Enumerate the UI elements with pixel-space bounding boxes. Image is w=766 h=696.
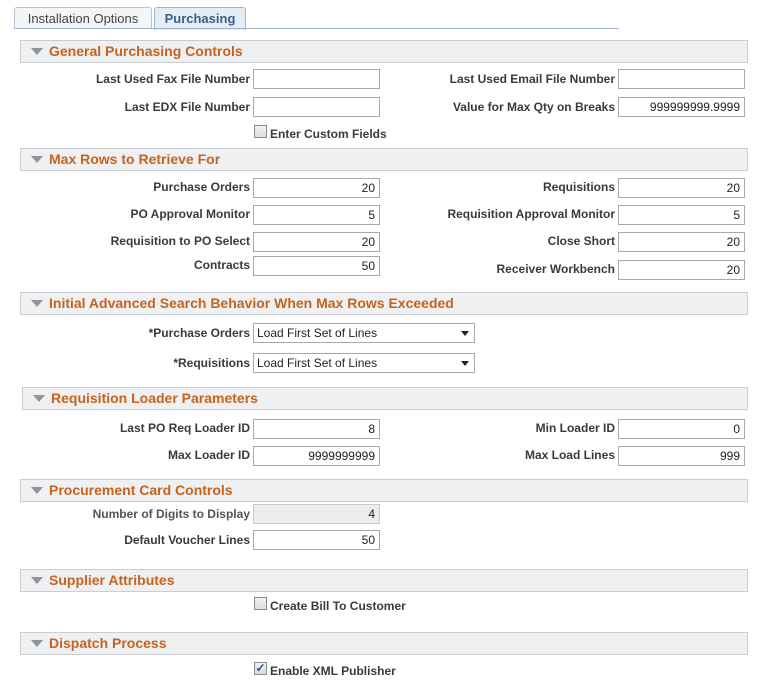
section-dispatch-process[interactable]: Dispatch Process <box>20 632 748 655</box>
req-approval-monitor-input[interactable]: 5 <box>618 205 745 225</box>
max-loader-id-label: Max Loader ID <box>167 448 250 462</box>
contracts-label: Contracts <box>193 258 250 272</box>
digits-to-display-value: 4 <box>253 504 380 524</box>
po-approval-monitor-input[interactable]: 5 <box>253 205 380 225</box>
req-to-po-select-input[interactable]: 20 <box>253 232 380 252</box>
req-search-behavior-select[interactable]: Load First Set of Lines <box>253 353 475 373</box>
min-loader-id-input[interactable]: 0 <box>618 419 745 439</box>
section-title: Max Rows to Retrieve For <box>49 151 221 167</box>
po-search-behavior-label: *Purchase Orders <box>148 326 250 340</box>
max-load-lines-label: Max Load Lines <box>524 448 615 462</box>
last-edx-input[interactable] <box>253 97 380 117</box>
receiver-workbench-label: Receiver Workbench <box>496 262 616 276</box>
enable-xml-publisher-label: Enable XML Publisher <box>270 664 396 678</box>
po-search-behavior-select[interactable]: Load First Set of Lines <box>253 323 475 343</box>
enable-xml-publisher-checkbox[interactable]: ✓ <box>254 662 267 675</box>
select-value: Load First Set of Lines <box>257 326 378 340</box>
section-general-purchasing-controls[interactable]: General Purchasing Controls <box>20 40 748 63</box>
section-supplier-attributes[interactable]: Supplier Attributes <box>20 569 748 592</box>
section-title: Initial Advanced Search Behavior When Ma… <box>49 295 454 311</box>
checkmark-icon: ✓ <box>255 661 266 675</box>
custom-fields-label: Enter Custom Fields <box>270 127 387 141</box>
last-email-label: Last Used Email File Number <box>449 72 615 86</box>
req-to-po-select-label: Requisition to PO Select <box>110 234 250 248</box>
custom-fields-checkbox[interactable] <box>254 125 267 138</box>
requisitions-input[interactable]: 20 <box>618 178 745 198</box>
section-title: Dispatch Process <box>49 635 167 651</box>
tab-purchasing[interactable]: Purchasing <box>154 7 246 30</box>
collapse-triangle-icon[interactable] <box>31 156 43 163</box>
req-approval-monitor-label: Requisition Approval Monitor <box>447 207 615 221</box>
req-search-behavior-label: *Requisitions <box>173 356 250 370</box>
section-advanced-search[interactable]: Initial Advanced Search Behavior When Ma… <box>20 292 748 315</box>
section-max-rows[interactable]: Max Rows to Retrieve For <box>20 148 748 171</box>
purchase-orders-input[interactable]: 20 <box>253 178 380 198</box>
default-voucher-lines-input[interactable]: 50 <box>253 530 380 550</box>
last-email-input[interactable] <box>618 69 745 89</box>
create-bill-to-label: Create Bill To Customer <box>270 599 406 613</box>
collapse-triangle-icon[interactable] <box>31 48 43 55</box>
collapse-triangle-icon[interactable] <box>31 640 43 647</box>
last-edx-label: Last EDX File Number <box>124 100 250 114</box>
last-po-req-loader-label: Last PO Req Loader ID <box>119 421 250 435</box>
digits-to-display-label: Number of Digits to Display <box>92 507 250 521</box>
section-title: Procurement Card Controls <box>49 482 233 498</box>
last-po-req-loader-input[interactable]: 8 <box>253 419 380 439</box>
collapse-triangle-icon[interactable] <box>31 487 43 494</box>
min-loader-id-label: Min Loader ID <box>535 421 615 435</box>
max-qty-input[interactable]: 999999999.9999 <box>618 97 745 117</box>
max-loader-id-input[interactable]: 9999999999 <box>253 446 380 466</box>
last-fax-input[interactable] <box>253 69 380 89</box>
requisitions-label: Requisitions <box>542 180 615 194</box>
section-title: General Purchasing Controls <box>49 43 243 59</box>
close-short-input[interactable]: 20 <box>618 232 745 252</box>
create-bill-to-checkbox[interactable] <box>254 597 267 610</box>
max-qty-label: Value for Max Qty on Breaks <box>452 100 615 114</box>
collapse-triangle-icon[interactable] <box>33 395 45 402</box>
po-approval-monitor-label: PO Approval Monitor <box>130 207 250 221</box>
receiver-workbench-input[interactable]: 20 <box>618 260 745 280</box>
collapse-triangle-icon[interactable] <box>31 300 43 307</box>
default-voucher-lines-label: Default Voucher Lines <box>124 533 250 547</box>
dropdown-arrow-icon[interactable] <box>461 361 469 366</box>
purchase-orders-label: Purchase Orders <box>153 180 250 194</box>
section-title: Supplier Attributes <box>49 572 175 588</box>
tab-divider <box>14 28 619 29</box>
close-short-label: Close Short <box>547 234 615 248</box>
last-fax-label: Last Used Fax File Number <box>95 72 250 86</box>
tab-installation-options[interactable]: Installation Options <box>14 7 152 29</box>
select-value: Load First Set of Lines <box>257 356 378 370</box>
section-requisition-loader[interactable]: Requisition Loader Parameters <box>22 387 748 410</box>
max-load-lines-input[interactable]: 999 <box>618 446 745 466</box>
collapse-triangle-icon[interactable] <box>31 577 43 584</box>
section-procurement-card[interactable]: Procurement Card Controls <box>20 479 748 502</box>
section-title: Requisition Loader Parameters <box>51 390 258 406</box>
contracts-input[interactable]: 50 <box>253 256 380 276</box>
dropdown-arrow-icon[interactable] <box>461 331 469 336</box>
